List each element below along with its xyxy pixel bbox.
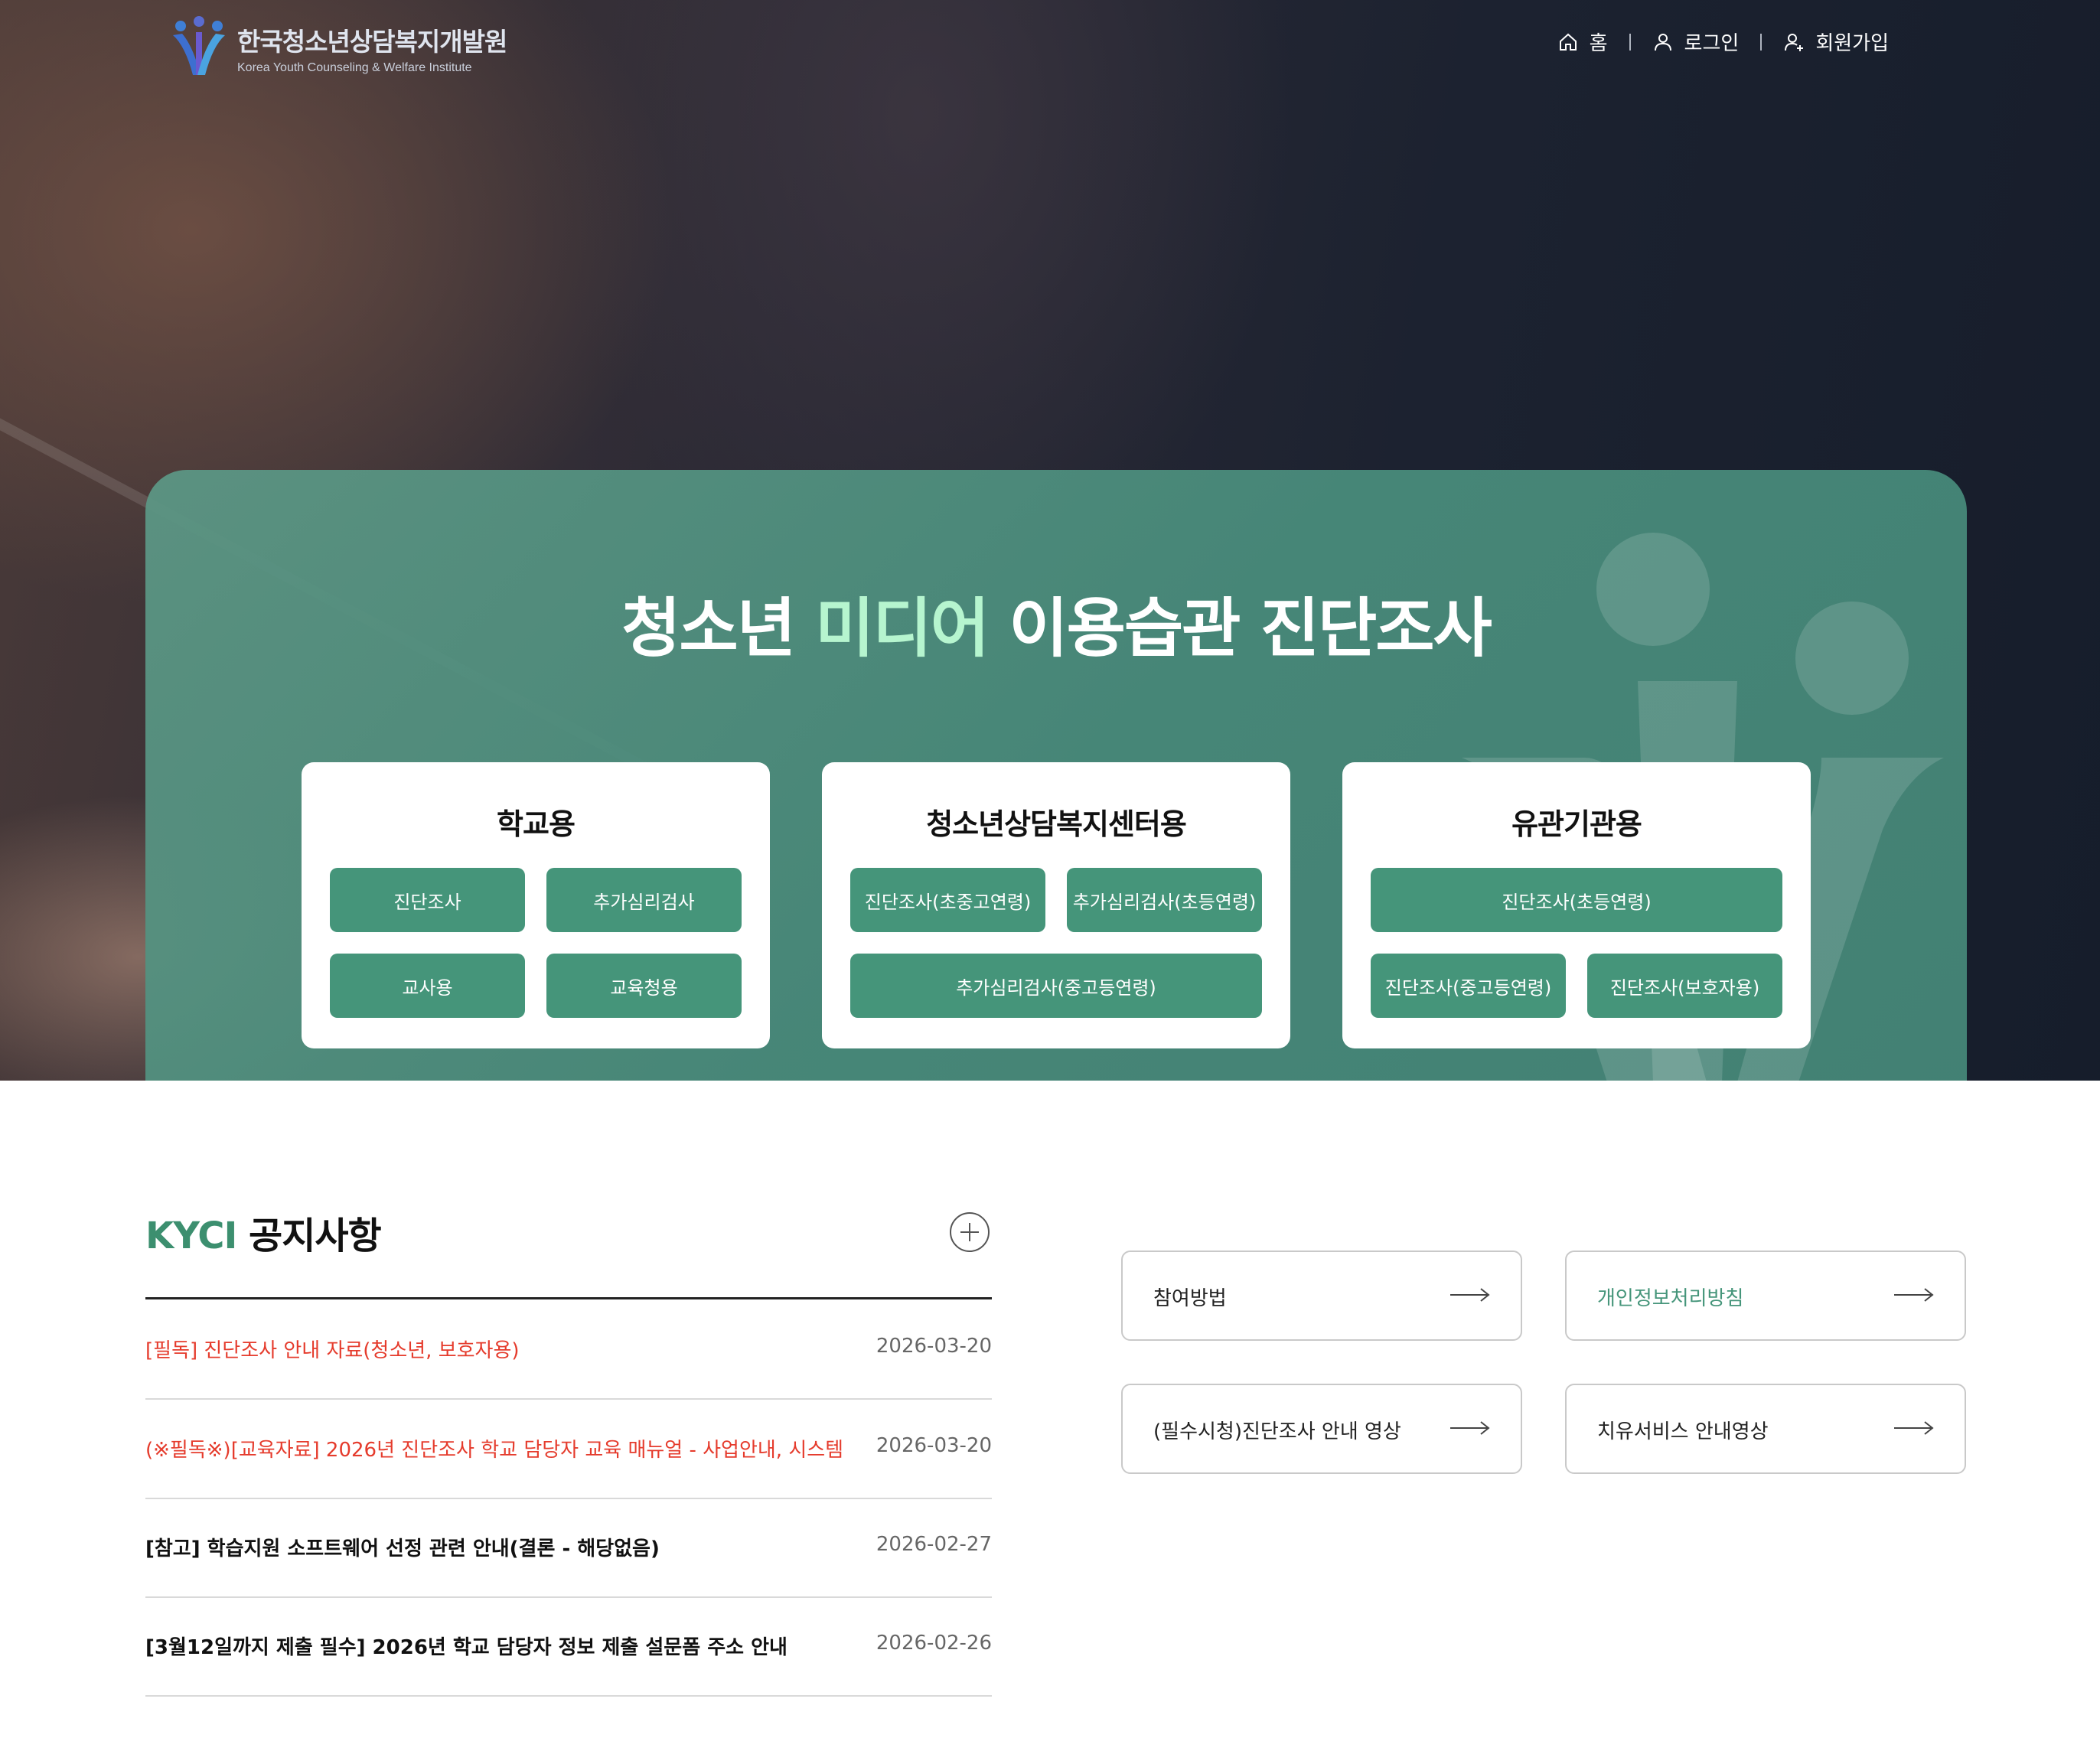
notice-date: 2026-03-20 — [876, 1434, 992, 1457]
quick-link-label: 개인정보처리방침 — [1597, 1287, 1744, 1310]
hero-section: 한국청소년상담복지개발원 Korea Youth Counseling & We… — [0, 0, 2100, 1081]
notice-date: 2026-02-27 — [876, 1533, 992, 1556]
participation-guide-link[interactable]: 참여방법 — [1121, 1250, 1522, 1341]
school-survey-button[interactable]: 진단조사 — [330, 868, 525, 932]
notice-title[interactable]: [필독] 진단조사 안내 자료(청소년, 보호자용) — [145, 1335, 520, 1363]
nav-separator — [1760, 33, 1762, 51]
notice-title[interactable]: [참고] 학습지원 소프트웨어 선정 관련 안내(결론 - 해당없음) — [145, 1533, 660, 1561]
center-survey-button[interactable]: 진단조사(초중고연령) — [850, 868, 1045, 932]
notice-heading-ko: 공지사항 — [236, 1215, 382, 1257]
notice-date: 2026-03-20 — [876, 1335, 992, 1358]
user-icon — [1654, 33, 1671, 51]
quick-link-label: (필수시청)진단조사 안내 영상 — [1153, 1420, 1401, 1443]
school-card: 학교용 진단조사 추가심리검사 교사용 교육청용 — [302, 762, 770, 1048]
logo-figures-icon — [173, 16, 225, 75]
survey-guide-video-link[interactable]: (필수시청)진단조사 안내 영상 — [1121, 1384, 1522, 1474]
notice-heading-en: KYCI — [145, 1215, 237, 1257]
nav-home-label: 홈 — [1589, 32, 1608, 55]
healing-service-video-link[interactable]: 치유서비스 안내영상 — [1565, 1384, 1966, 1474]
school-extra-test-button[interactable]: 추가심리검사 — [546, 868, 742, 932]
nav-home-link[interactable]: 홈 — [1557, 28, 1608, 56]
privacy-policy-link[interactable]: 개인정보처리방침 — [1565, 1250, 1966, 1341]
school-card-title: 학교용 — [497, 807, 576, 841]
center-extra-test-elementary-button[interactable]: 추가심리검사(초등연령) — [1067, 868, 1262, 932]
agency-survey-secondary-button[interactable]: 진단조사(중고등연령) — [1371, 954, 1566, 1018]
notice-row[interactable]: [참고] 학습지원 소프트웨어 선정 관련 안내(결론 - 해당없음) 2026… — [145, 1498, 992, 1598]
notice-title[interactable]: [3월12일까지 제출 필수] 2026년 학교 담당자 정보 제출 설문폼 주… — [145, 1632, 788, 1660]
agency-card-title: 유관기관용 — [1511, 807, 1642, 841]
notice-title[interactable]: (※필독※)[교육자료] 2026년 진단조사 학교 담당자 교육 매뉴얼 - … — [145, 1434, 843, 1462]
teacher-button[interactable]: 교사용 — [330, 954, 525, 1018]
agency-survey-guardian-button[interactable]: 진단조사(보호자용) — [1587, 954, 1782, 1018]
notice-row[interactable]: (※필독※)[교육자료] 2026년 진단조사 학교 담당자 교육 매뉴얼 - … — [145, 1399, 992, 1499]
survey-panel: 청소년 미디어 이용습관 진단조사 학교용 진단조사 추가심리검사 교사용 교육… — [145, 470, 1967, 1081]
plus-circle-icon[interactable] — [949, 1211, 990, 1253]
survey-title-suffix: 이용습관 진단조사 — [988, 591, 1492, 666]
notice-row[interactable]: [필독] 진단조사 안내 자료(청소년, 보호자용) 2026-03-20 — [145, 1299, 992, 1400]
notice-row[interactable]: [3월12일까지 제출 필수] 2026년 학교 담당자 정보 제출 설문폼 주… — [145, 1596, 992, 1697]
quick-link-label: 참여방법 — [1153, 1287, 1227, 1310]
survey-title-accent: 미디어 — [815, 591, 990, 666]
nav-signup-label: 회원가입 — [1815, 32, 1889, 55]
survey-title: 청소년 미디어 이용습관 진단조사 — [145, 577, 1967, 670]
agency-survey-elementary-button[interactable]: 진단조사(초등연령) — [1371, 868, 1782, 932]
home-icon — [1559, 33, 1577, 51]
education-office-button[interactable]: 교육청용 — [546, 954, 742, 1018]
site-logo[interactable]: 한국청소년상담복지개발원 Korea Youth Counseling & We… — [170, 15, 507, 80]
arrow-right-icon — [1450, 1288, 1490, 1302]
arrow-right-icon — [1894, 1288, 1934, 1302]
arrow-right-icon — [1450, 1421, 1490, 1435]
logo-english-name: Korea Youth Counseling & Welfare Institu… — [237, 61, 472, 74]
nav-login-label: 로그인 — [1684, 32, 1740, 55]
nav-login-link[interactable]: 로그인 — [1652, 28, 1740, 56]
agency-card: 유관기관용 진단조사(초등연령) 진단조사(중고등연령) 진단조사(보호자용) — [1342, 762, 1811, 1048]
center-card-title: 청소년상담복지센터용 — [926, 807, 1187, 841]
notice-date: 2026-02-26 — [876, 1632, 992, 1655]
user-add-icon — [1785, 33, 1804, 51]
nav-signup-link[interactable]: 회원가입 — [1783, 28, 1889, 56]
center-extra-test-secondary-button[interactable]: 추가심리검사(중고등연령) — [850, 954, 1262, 1018]
nav-separator — [1629, 33, 1631, 51]
quick-link-label: 치유서비스 안내영상 — [1597, 1420, 1769, 1443]
survey-title-prefix: 청소년 — [621, 591, 816, 666]
arrow-right-icon — [1894, 1421, 1934, 1435]
notice-heading: KYCI 공지사항 — [145, 1205, 382, 1259]
logo-korean-name: 한국청소년상담복지개발원 — [237, 28, 507, 56]
top-navigation: 홈 로그인 회원가입 — [1557, 28, 1889, 56]
center-card: 청소년상담복지센터용 진단조사(초중고연령) 추가심리검사(초등연령) 추가심리… — [822, 762, 1290, 1048]
